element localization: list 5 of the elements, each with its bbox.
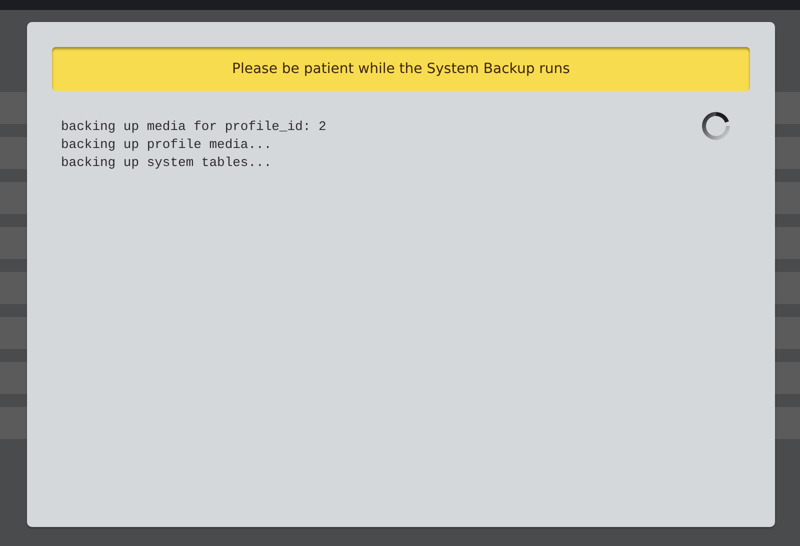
log-line: backing up media for profile_id: 2 (61, 118, 326, 136)
loading-spinner-icon (701, 111, 731, 141)
log-line: backing up system tables... (61, 154, 273, 172)
status-banner: Please be patient while the System Backup runs (52, 47, 750, 91)
log-line: backing up profile media... (61, 136, 273, 154)
